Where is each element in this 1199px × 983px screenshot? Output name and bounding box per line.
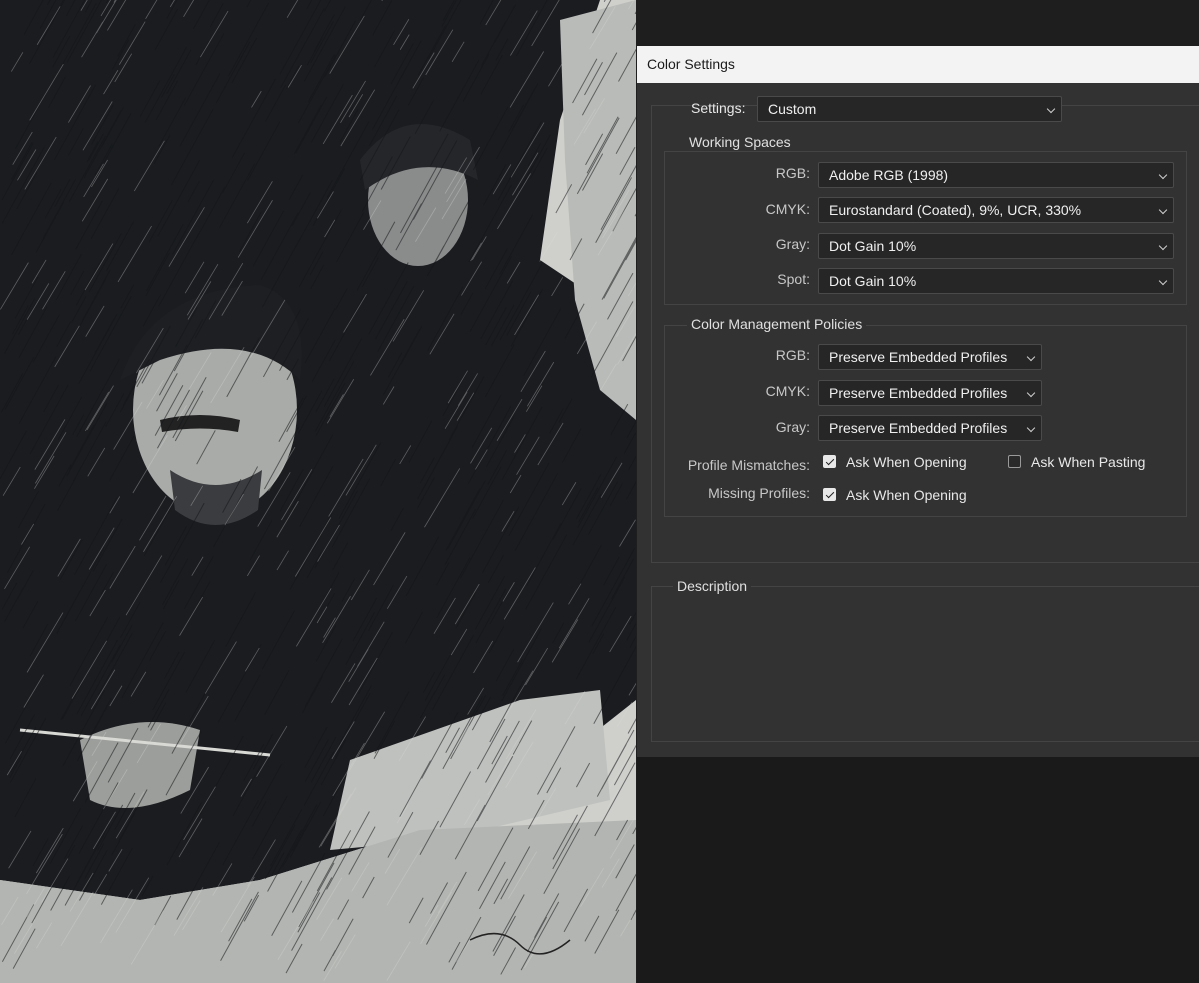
- etching-image: [0, 0, 636, 983]
- chevron-down-icon: [1046, 104, 1056, 114]
- settings-label: Settings:: [691, 100, 746, 116]
- cmp-rgb-label: RGB:: [775, 347, 810, 363]
- ws-rgb-label: RGB:: [775, 165, 810, 181]
- settings-value: Custom: [768, 101, 817, 117]
- missing-ask-opening-checkbox[interactable]: [823, 488, 836, 501]
- ws-rgb-dropdown[interactable]: Adobe RGB (1998): [818, 162, 1174, 188]
- missing-profiles-label: Missing Profiles:: [708, 485, 810, 501]
- cmp-cmyk-label: CMYK:: [765, 383, 810, 399]
- background-area: [637, 757, 1199, 983]
- chevron-down-icon: [1158, 205, 1168, 215]
- ws-spot-label: Spot:: [777, 271, 810, 287]
- ws-cmyk-value: Eurostandard (Coated), 9%, UCR, 330%: [829, 202, 1082, 218]
- background-strip: [637, 0, 1199, 46]
- chevron-down-icon: [1026, 352, 1036, 362]
- chevron-down-icon: [1158, 241, 1168, 251]
- profile-mismatches-label: Profile Mismatches:: [687, 457, 810, 473]
- working-spaces-title: Working Spaces: [685, 133, 795, 151]
- description-title: Description: [673, 577, 752, 595]
- mismatch-ask-opening-label[interactable]: Ask When Opening: [846, 453, 967, 471]
- dialog-titlebar[interactable]: Color Settings: [637, 46, 1199, 83]
- cmp-gray-value: Preserve Embedded Profiles: [829, 420, 1008, 436]
- cmp-gray-dropdown[interactable]: Preserve Embedded Profiles: [818, 415, 1042, 441]
- dialog-title: Color Settings: [647, 56, 735, 72]
- mismatch-ask-pasting-checkbox[interactable]: [1008, 455, 1021, 468]
- ws-spot-dropdown[interactable]: Dot Gain 10%: [818, 268, 1174, 294]
- ws-gray-value: Dot Gain 10%: [829, 238, 917, 254]
- color-settings-dialog: Color Settings Settings: Custom Working …: [637, 46, 1199, 757]
- cmp-rgb-value: Preserve Embedded Profiles: [829, 349, 1008, 365]
- description-group: [651, 586, 1199, 742]
- cmp-cmyk-value: Preserve Embedded Profiles: [829, 385, 1008, 401]
- chevron-down-icon: [1026, 388, 1036, 398]
- chevron-down-icon: [1158, 276, 1168, 286]
- policies-title: Color Management Policies: [687, 315, 867, 333]
- cmp-cmyk-dropdown[interactable]: Preserve Embedded Profiles: [818, 380, 1042, 406]
- ws-gray-label: Gray:: [775, 236, 810, 252]
- ws-gray-dropdown[interactable]: Dot Gain 10%: [818, 233, 1174, 259]
- ws-spot-value: Dot Gain 10%: [829, 273, 917, 289]
- ws-cmyk-dropdown[interactable]: Eurostandard (Coated), 9%, UCR, 330%: [818, 197, 1174, 223]
- chevron-down-icon: [1026, 423, 1036, 433]
- cmp-gray-label: Gray:: [775, 419, 810, 435]
- etching-artwork: [0, 0, 636, 983]
- settings-dropdown[interactable]: Custom: [757, 96, 1062, 122]
- ws-cmyk-label: CMYK:: [765, 201, 810, 217]
- cmp-rgb-dropdown[interactable]: Preserve Embedded Profiles: [818, 344, 1042, 370]
- chevron-down-icon: [1158, 170, 1168, 180]
- missing-ask-opening-label[interactable]: Ask When Opening: [846, 486, 967, 504]
- ws-rgb-value: Adobe RGB (1998): [829, 167, 949, 183]
- mismatch-ask-pasting-label[interactable]: Ask When Pasting: [1031, 453, 1145, 471]
- mismatch-ask-opening-checkbox[interactable]: [823, 455, 836, 468]
